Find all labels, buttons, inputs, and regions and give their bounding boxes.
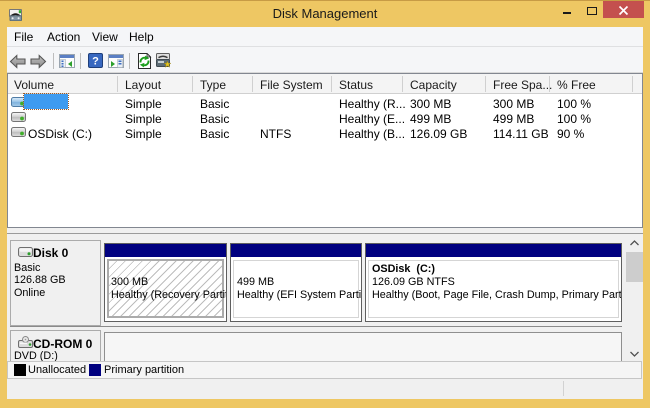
svg-text:?: ? (92, 56, 99, 68)
